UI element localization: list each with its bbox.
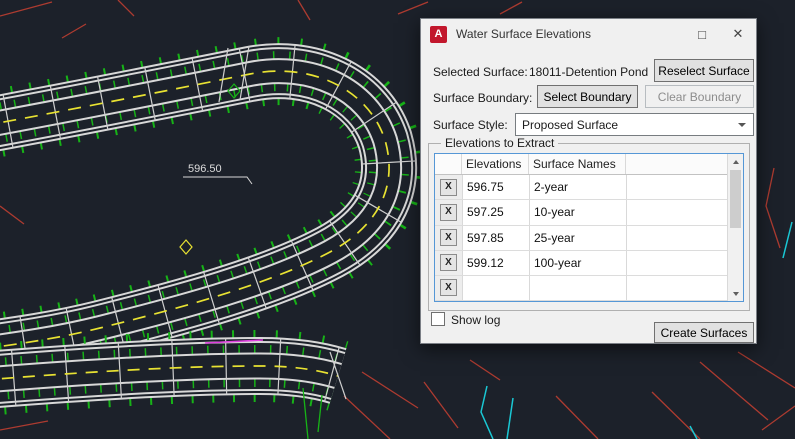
delete-row-button[interactable]: X xyxy=(440,279,457,296)
elevation-cell[interactable]: 599.12 xyxy=(463,251,530,275)
point-marker-diamond-yellow xyxy=(180,240,192,254)
triangle-down-icon xyxy=(733,292,739,296)
surface-style-label: Surface Style: xyxy=(433,118,508,132)
create-surfaces-button[interactable]: Create Surfaces xyxy=(654,322,754,343)
row-filler-cell xyxy=(627,200,727,224)
surface-name-cell[interactable]: 10-year xyxy=(530,200,627,224)
delete-row-button[interactable]: X xyxy=(440,204,457,221)
road-corridor-loop xyxy=(0,71,389,352)
scrollbar-thumb[interactable] xyxy=(730,170,741,228)
table-row: X xyxy=(435,276,727,301)
surface-boundary-label: Surface Boundary: xyxy=(433,91,532,105)
close-icon: ✕ xyxy=(733,26,744,42)
maximize-button[interactable]: □ xyxy=(684,19,720,49)
delete-row-button[interactable]: X xyxy=(440,229,457,246)
surface-name-cell[interactable]: 100-year xyxy=(530,251,627,275)
show-log-label: Show log xyxy=(451,313,500,327)
surface-name-cell[interactable]: 2-year xyxy=(530,175,627,199)
elevations-to-extract-group: Elevations to Extract Elevations Surface… xyxy=(428,143,750,311)
column-header-filler xyxy=(626,154,727,174)
surface-style-select[interactable]: Proposed Surface xyxy=(515,113,754,136)
show-log-checkbox[interactable] xyxy=(431,312,445,326)
elevation-cell[interactable]: 596.75 xyxy=(463,175,530,199)
row-filler-cell xyxy=(627,226,727,250)
scroll-up-button[interactable] xyxy=(728,154,743,169)
chevron-down-icon xyxy=(738,123,746,127)
row-filler-cell xyxy=(627,175,727,199)
delete-row-button[interactable]: X xyxy=(440,179,457,196)
spot-elevation-label: 596.50 xyxy=(183,163,252,184)
table-row: X 597.85 25-year xyxy=(435,226,727,251)
window-controls: □ ✕ xyxy=(684,19,756,49)
elevation-cell[interactable] xyxy=(463,276,530,300)
column-header-elevations[interactable]: Elevations xyxy=(462,154,529,174)
table-row: X 599.12 100-year xyxy=(435,251,727,276)
scroll-down-button[interactable] xyxy=(728,286,743,301)
elevations-table-body: Elevations Surface Names X 596.75 2-year… xyxy=(435,154,727,301)
label-leader-line xyxy=(183,177,252,184)
column-header-blank xyxy=(435,154,462,174)
column-header-surface-names[interactable]: Surface Names xyxy=(529,154,626,174)
table-row: X 596.75 2-year xyxy=(435,175,727,200)
maximize-icon: □ xyxy=(698,27,706,42)
surface-style-value: Proposed Surface xyxy=(522,118,618,132)
window-titlebar[interactable]: A Water Surface Elevations □ ✕ xyxy=(421,19,756,49)
water-surface-elevations-dialog: A Water Surface Elevations □ ✕ Selected … xyxy=(420,18,757,344)
triangle-up-icon xyxy=(733,160,739,164)
row-filler-cell xyxy=(627,251,727,275)
selected-surface-label: Selected Surface: xyxy=(433,65,528,79)
table-row: X 597.25 10-year xyxy=(435,200,727,225)
road-corridor-bottom xyxy=(0,366,338,382)
elevation-cell[interactable]: 597.25 xyxy=(463,200,530,224)
group-title: Elevations to Extract xyxy=(441,136,558,150)
elevations-table: Elevations Surface Names X 596.75 2-year… xyxy=(434,153,744,302)
selected-surface-value: 18011-Detention Pond xyxy=(529,65,648,79)
close-button[interactable]: ✕ xyxy=(720,19,756,49)
row-filler-cell xyxy=(627,276,727,300)
select-boundary-button[interactable]: Select Boundary xyxy=(537,85,638,108)
elevation-cell[interactable]: 597.85 xyxy=(463,226,530,250)
app-icon-letter: A xyxy=(435,28,443,40)
app-icon: A xyxy=(430,26,447,43)
clear-boundary-button[interactable]: Clear Boundary xyxy=(645,85,754,108)
surface-name-cell[interactable] xyxy=(530,276,627,300)
window-title: Water Surface Elevations xyxy=(456,27,591,41)
table-header-row: Elevations Surface Names xyxy=(435,154,727,175)
elevation-label-text: 596.50 xyxy=(188,163,222,175)
reselect-surface-button[interactable]: Reselect Surface xyxy=(654,59,754,82)
delete-row-button[interactable]: X xyxy=(440,254,457,271)
surface-name-cell[interactable]: 25-year xyxy=(530,226,627,250)
table-scrollbar[interactable] xyxy=(727,154,743,301)
